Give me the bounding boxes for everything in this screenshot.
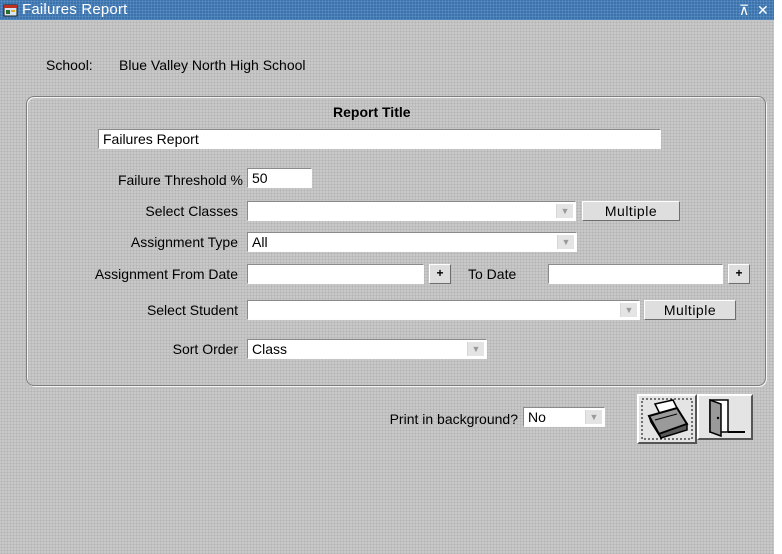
restore-button[interactable]: ⊼ [739,1,749,19]
select-classes-label: Select Classes [145,203,238,219]
from-date-picker-button[interactable]: + [429,264,451,284]
select-student-multiple-button[interactable]: Multiple [644,300,736,320]
chevron-down-icon[interactable]: ▼ [467,342,484,356]
title-bar[interactable]: Failures Report ⊼ ✕ [0,0,774,20]
assignment-from-date-input[interactable] [247,264,424,284]
report-title-input[interactable]: Failures Report [98,129,661,149]
select-student-label: Select Student [146,302,238,318]
report-title-heading: Report Title [333,104,411,120]
school-label: School: [46,57,93,73]
sort-order-label: Sort Order [172,341,238,357]
exit-door-icon [709,398,745,438]
to-date-picker-button[interactable]: + [728,264,750,284]
chevron-down-icon[interactable]: ▼ [620,303,637,317]
printer-icon [641,398,693,440]
chevron-down-icon[interactable]: ▼ [557,235,574,249]
assignment-type-dropdown[interactable]: All ▼ [247,232,577,252]
chevron-down-icon[interactable]: ▼ [556,204,573,218]
assignment-from-date-label: Assignment From Date [94,266,238,282]
select-student-dropdown[interactable]: ▼ [247,300,640,320]
school-name: Blue Valley North High School [119,57,306,73]
window-title: Failures Report [22,1,128,18]
select-classes-dropdown[interactable]: ▼ [247,201,576,221]
select-classes-multiple-button[interactable]: Multiple [582,201,680,221]
to-date-label: To Date [468,266,517,282]
exit-button[interactable] [697,394,753,440]
report-window: Failures Report ⊼ ✕ School: Blue Valley … [0,0,774,554]
failure-threshold-label: Failure Threshold % [117,172,243,188]
print-in-background-dropdown[interactable]: No ▼ [523,407,605,427]
close-button[interactable]: ✕ [757,1,769,19]
print-button[interactable] [637,394,697,444]
failure-threshold-input[interactable]: 50 [247,168,312,188]
assignment-type-label: Assignment Type [130,234,238,250]
app-window-icon [3,3,19,17]
chevron-down-icon[interactable]: ▼ [585,410,602,424]
to-date-input[interactable] [548,264,723,284]
print-in-background-value: No [528,409,546,425]
print-in-background-label: Print in background? [389,411,518,427]
sort-order-dropdown[interactable]: Class ▼ [247,339,487,359]
sort-order-value: Class [252,341,288,357]
assignment-type-value: All [252,234,268,250]
